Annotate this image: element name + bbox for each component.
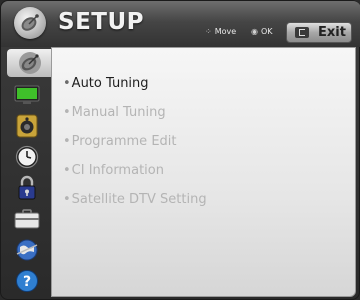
briefcase-icon	[14, 209, 40, 229]
menu-bullet: •	[63, 192, 71, 207]
ok-hint: ◉ OK	[251, 27, 273, 36]
sidebar-item-support[interactable]: ?	[7, 267, 47, 295]
sidebar-item-time[interactable]	[7, 143, 47, 171]
help-icon: ?	[16, 270, 38, 292]
tv-screen-icon	[14, 85, 40, 104]
sidebar-item-option[interactable]	[7, 205, 47, 233]
move-hint: ⁘ Move	[205, 27, 236, 36]
menu-panel: •Auto Tuning •Manual Tuning •Programme E…	[51, 47, 356, 297]
speaker-icon	[16, 114, 38, 138]
menu-bullet: •	[63, 76, 71, 91]
menu-item-manual-tuning[interactable]: •Manual Tuning	[63, 105, 166, 120]
svg-text:?: ?	[23, 274, 31, 290]
ok-hint-label: OK	[260, 27, 273, 36]
page-title: SETUP	[58, 9, 144, 35]
network-globe-icon	[16, 239, 38, 261]
header-bar: SETUP ⁘ Move ◉ OK Exit	[1, 1, 360, 47]
lock-icon	[18, 175, 36, 200]
ok-button-icon: ◉	[251, 27, 258, 36]
sidebar-item-picture[interactable]	[7, 81, 47, 109]
menu-item-label: Auto Tuning	[71, 76, 149, 91]
sidebar-item-lock[interactable]	[7, 174, 47, 202]
exit-button[interactable]: Exit	[286, 22, 352, 43]
exit-key-icon	[295, 27, 309, 38]
exit-button-label: Exit	[318, 25, 346, 40]
sidebar: ?	[5, 47, 53, 299]
clock-icon	[15, 145, 39, 169]
menu-item-label: CI Information	[71, 163, 164, 178]
menu-bullet: •	[63, 134, 71, 149]
menu-item-programme-edit[interactable]: •Programme Edit	[63, 134, 177, 149]
sidebar-item-network[interactable]	[7, 236, 47, 264]
menu-item-label: Satellite DTV Setting	[71, 192, 207, 207]
satellite-dish-icon	[14, 7, 46, 39]
tv-setup-window: SETUP ⁘ Move ◉ OK Exit ? •Auto Tuning •M…	[0, 0, 360, 300]
menu-item-auto-tuning[interactable]: •Auto Tuning	[63, 76, 149, 91]
move-arrows-icon: ⁘	[205, 27, 212, 36]
menu-item-ci-information[interactable]: •CI Information	[63, 163, 164, 178]
satellite-dish-icon	[19, 52, 41, 74]
sidebar-item-audio[interactable]	[7, 112, 47, 140]
sidebar-item-setup[interactable]	[7, 49, 53, 77]
menu-bullet: •	[63, 105, 71, 120]
menu-bullet: •	[63, 163, 71, 178]
menu-item-label: Manual Tuning	[71, 105, 166, 120]
move-hint-label: Move	[214, 27, 237, 36]
menu-item-satellite-dtv-setting[interactable]: •Satellite DTV Setting	[63, 192, 207, 207]
menu-item-label: Programme Edit	[71, 134, 177, 149]
